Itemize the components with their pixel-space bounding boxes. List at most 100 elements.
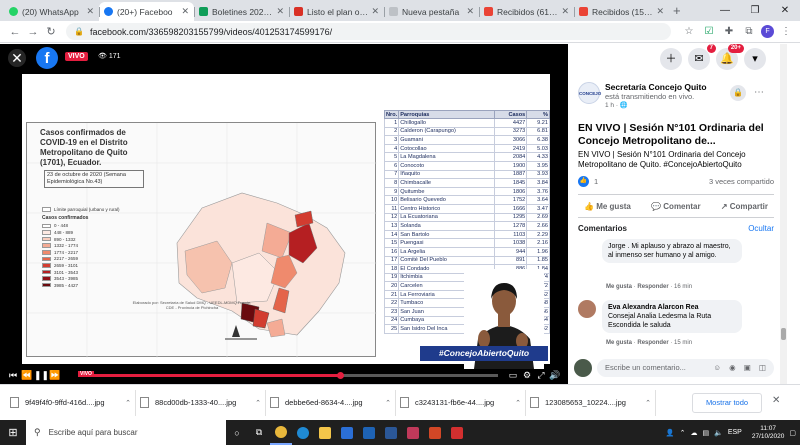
explorer-taskbar-icon[interactable] [314, 420, 336, 445]
rewind-start-icon[interactable]: ⏮ [6, 370, 20, 381]
tab-gmail-1[interactable]: Recibidos (61) - ic ✕ [479, 2, 574, 21]
like-button[interactable]: 👍 Me gusta [584, 202, 631, 211]
star-icon[interactable]: ☆ [681, 25, 697, 39]
forward-icon[interactable]: ⏩ [48, 370, 62, 381]
close-tab-icon[interactable]: ✕ [561, 6, 569, 17]
person-icon[interactable]: 👤 [666, 429, 675, 437]
chevron-up-icon[interactable]: ⌃ [255, 399, 261, 407]
notifications-icon[interactable]: 🔔 20+ [716, 44, 744, 70]
windows-start-icon[interactable]: ⊞ [0, 426, 26, 439]
scrollbar-thumb[interactable] [781, 328, 786, 340]
rewind-icon[interactable]: ⏪ [20, 370, 34, 381]
extension-icon[interactable]: ✚ [721, 25, 737, 39]
cortana-icon[interactable]: ○ [226, 420, 248, 445]
page-name[interactable]: Secretaría Concejo Quito [605, 82, 707, 92]
app-taskbar-icon[interactable] [424, 420, 446, 445]
download-item[interactable]: c3243131-fb6e-44....jpg ⌃ [396, 389, 526, 416]
hide-comments-link[interactable]: Ocultar [748, 224, 774, 233]
new-tab-button[interactable]: + [669, 2, 685, 21]
close-window-icon[interactable]: ✕ [770, 0, 800, 21]
forward-icon[interactable]: → [24, 26, 42, 38]
tab-gmail-2[interactable]: Recibidos (156) - i ✕ [574, 2, 669, 21]
tab-whatsapp[interactable]: (20) WhatsApp ✕ [4, 2, 99, 21]
account-menu-icon[interactable]: ▾ [744, 48, 766, 70]
tray-chevron-icon[interactable]: ⌃ [680, 429, 686, 437]
pdf-taskbar-icon[interactable] [446, 420, 468, 445]
minimize-icon[interactable]: — [710, 0, 740, 21]
chevron-up-icon[interactable]: ⌃ [645, 399, 651, 407]
download-item[interactable]: debbe6ed-8634-4....jpg ⌃ [266, 389, 396, 416]
close-icon[interactable]: ✕ [772, 395, 780, 406]
page-avatar[interactable]: CONCEJO [578, 82, 601, 104]
share-count[interactable]: 3 veces compartido [709, 177, 774, 186]
onedrive-icon[interactable]: ☁ [690, 429, 697, 437]
facebook-logo-icon[interactable]: f [36, 47, 58, 69]
chevron-up-icon[interactable]: ⌃ [125, 399, 131, 407]
download-item[interactable]: 88cd00db-1333-40....jpg ⌃ [136, 389, 266, 416]
comment-input[interactable]: Escribe un comentario... ☺ ◉ ▣ ◫ [597, 359, 774, 377]
settings-icon[interactable]: ⚙ [520, 370, 534, 381]
close-tab-icon[interactable]: ✕ [656, 6, 664, 17]
menu-icon[interactable]: ⋮ [778, 25, 794, 39]
address-bar[interactable]: 🔒 facebook.com/336598203155799/videos/40… [66, 23, 671, 40]
pause-icon[interactable]: ❚❚ [34, 370, 49, 381]
tab-sheets[interactable]: Boletines 2020 - p ✕ [194, 2, 289, 21]
network-icon[interactable]: ▤ [702, 429, 709, 437]
video-progress-bar[interactable] [82, 371, 498, 379]
extension-check-icon[interactable]: ☑ [701, 25, 717, 39]
tab-new[interactable]: Nueva pestaña ✕ [384, 2, 479, 21]
volume-icon[interactable]: 🔈 [714, 429, 723, 437]
store-taskbar-icon[interactable] [336, 420, 358, 445]
language-indicator[interactable]: ESP [728, 429, 742, 436]
comment-like-link[interactable]: Me gusta [606, 340, 632, 346]
comment-like-link[interactable]: Me gusta [606, 284, 632, 290]
fullscreen-icon[interactable]: ⤢ [534, 370, 548, 381]
comment-reply-link[interactable]: Responder [637, 340, 668, 346]
volume-icon[interactable]: 🔊 [548, 370, 562, 381]
close-tab-icon[interactable]: ✕ [181, 6, 189, 17]
paint-taskbar-icon[interactable] [402, 420, 424, 445]
download-item[interactable]: 123085653_10224....jpg ⌃ [526, 389, 656, 416]
comment-author[interactable]: Eva Alexandra Alarcon Rea [608, 303, 736, 312]
clock[interactable]: 11:07 27/10/2020 [747, 425, 785, 441]
word-taskbar-icon[interactable] [380, 420, 402, 445]
close-tab-icon[interactable]: ✕ [276, 6, 284, 17]
lock-icon[interactable]: 🔒 [74, 27, 84, 36]
close-icon[interactable]: ✕ [8, 49, 26, 67]
chevron-up-icon[interactable]: ⌃ [515, 399, 521, 407]
tab-facebook[interactable]: (20+) Faceboo ✕ [99, 2, 194, 21]
task-view-icon[interactable]: ⧉ [248, 420, 270, 445]
chrome-taskbar-icon[interactable] [270, 420, 292, 445]
close-tab-icon[interactable]: ✕ [466, 6, 474, 17]
chevron-up-icon[interactable]: ⌃ [385, 399, 391, 407]
profile-avatar[interactable]: F [761, 25, 774, 38]
comment-button[interactable]: 💬 Comentar [651, 202, 701, 211]
avatar[interactable] [578, 300, 596, 318]
tab-plan[interactable]: Listo el plan oper ✕ [289, 2, 384, 21]
edge-taskbar-icon[interactable] [292, 420, 314, 445]
messenger-icon[interactable]: ✉ 7 [688, 44, 716, 70]
download-item[interactable]: 9f49f4f0-9ffd-416d....jpg ⌃ [6, 389, 136, 416]
save-icon[interactable]: 🔒 [730, 85, 746, 101]
extensions-puzzle-icon[interactable]: ⧉ [741, 25, 757, 39]
sidebar-scrollbar[interactable] [780, 44, 787, 384]
maximize-icon[interactable]: ❐ [740, 0, 770, 21]
share-button[interactable]: ↗ Compartir [721, 202, 768, 211]
captions-icon[interactable]: ▭ [506, 370, 520, 381]
taskbar-search[interactable]: ⚲ Escribe aquí para buscar [26, 420, 226, 445]
more-options-icon[interactable]: ⋯ [754, 87, 764, 98]
like-count[interactable]: 1 [594, 177, 598, 186]
notifications-center-icon[interactable]: ▢ [789, 429, 796, 437]
comment-reply-link[interactable]: Responder [637, 284, 668, 290]
hashtag-link[interactable]: #ConcejoAbiertoQuito [663, 160, 741, 169]
close-tab-icon[interactable]: ✕ [371, 6, 379, 17]
reload-icon[interactable]: ↻ [42, 25, 60, 38]
close-tab-icon[interactable]: ✕ [86, 6, 94, 17]
mail-taskbar-icon[interactable] [358, 420, 380, 445]
emoji-icons[interactable]: ☺ ◉ ▣ ◫ [713, 359, 769, 377]
back-icon[interactable]: ← [6, 26, 24, 38]
show-all-button[interactable]: Mostrar todo [692, 393, 762, 413]
create-icon[interactable]: ＋ [660, 48, 682, 70]
progress-scrubber[interactable] [336, 371, 344, 379]
video-player[interactable]: ✕ f VIVO 👁 171 Casos confirmados de COVI… [0, 44, 568, 384]
